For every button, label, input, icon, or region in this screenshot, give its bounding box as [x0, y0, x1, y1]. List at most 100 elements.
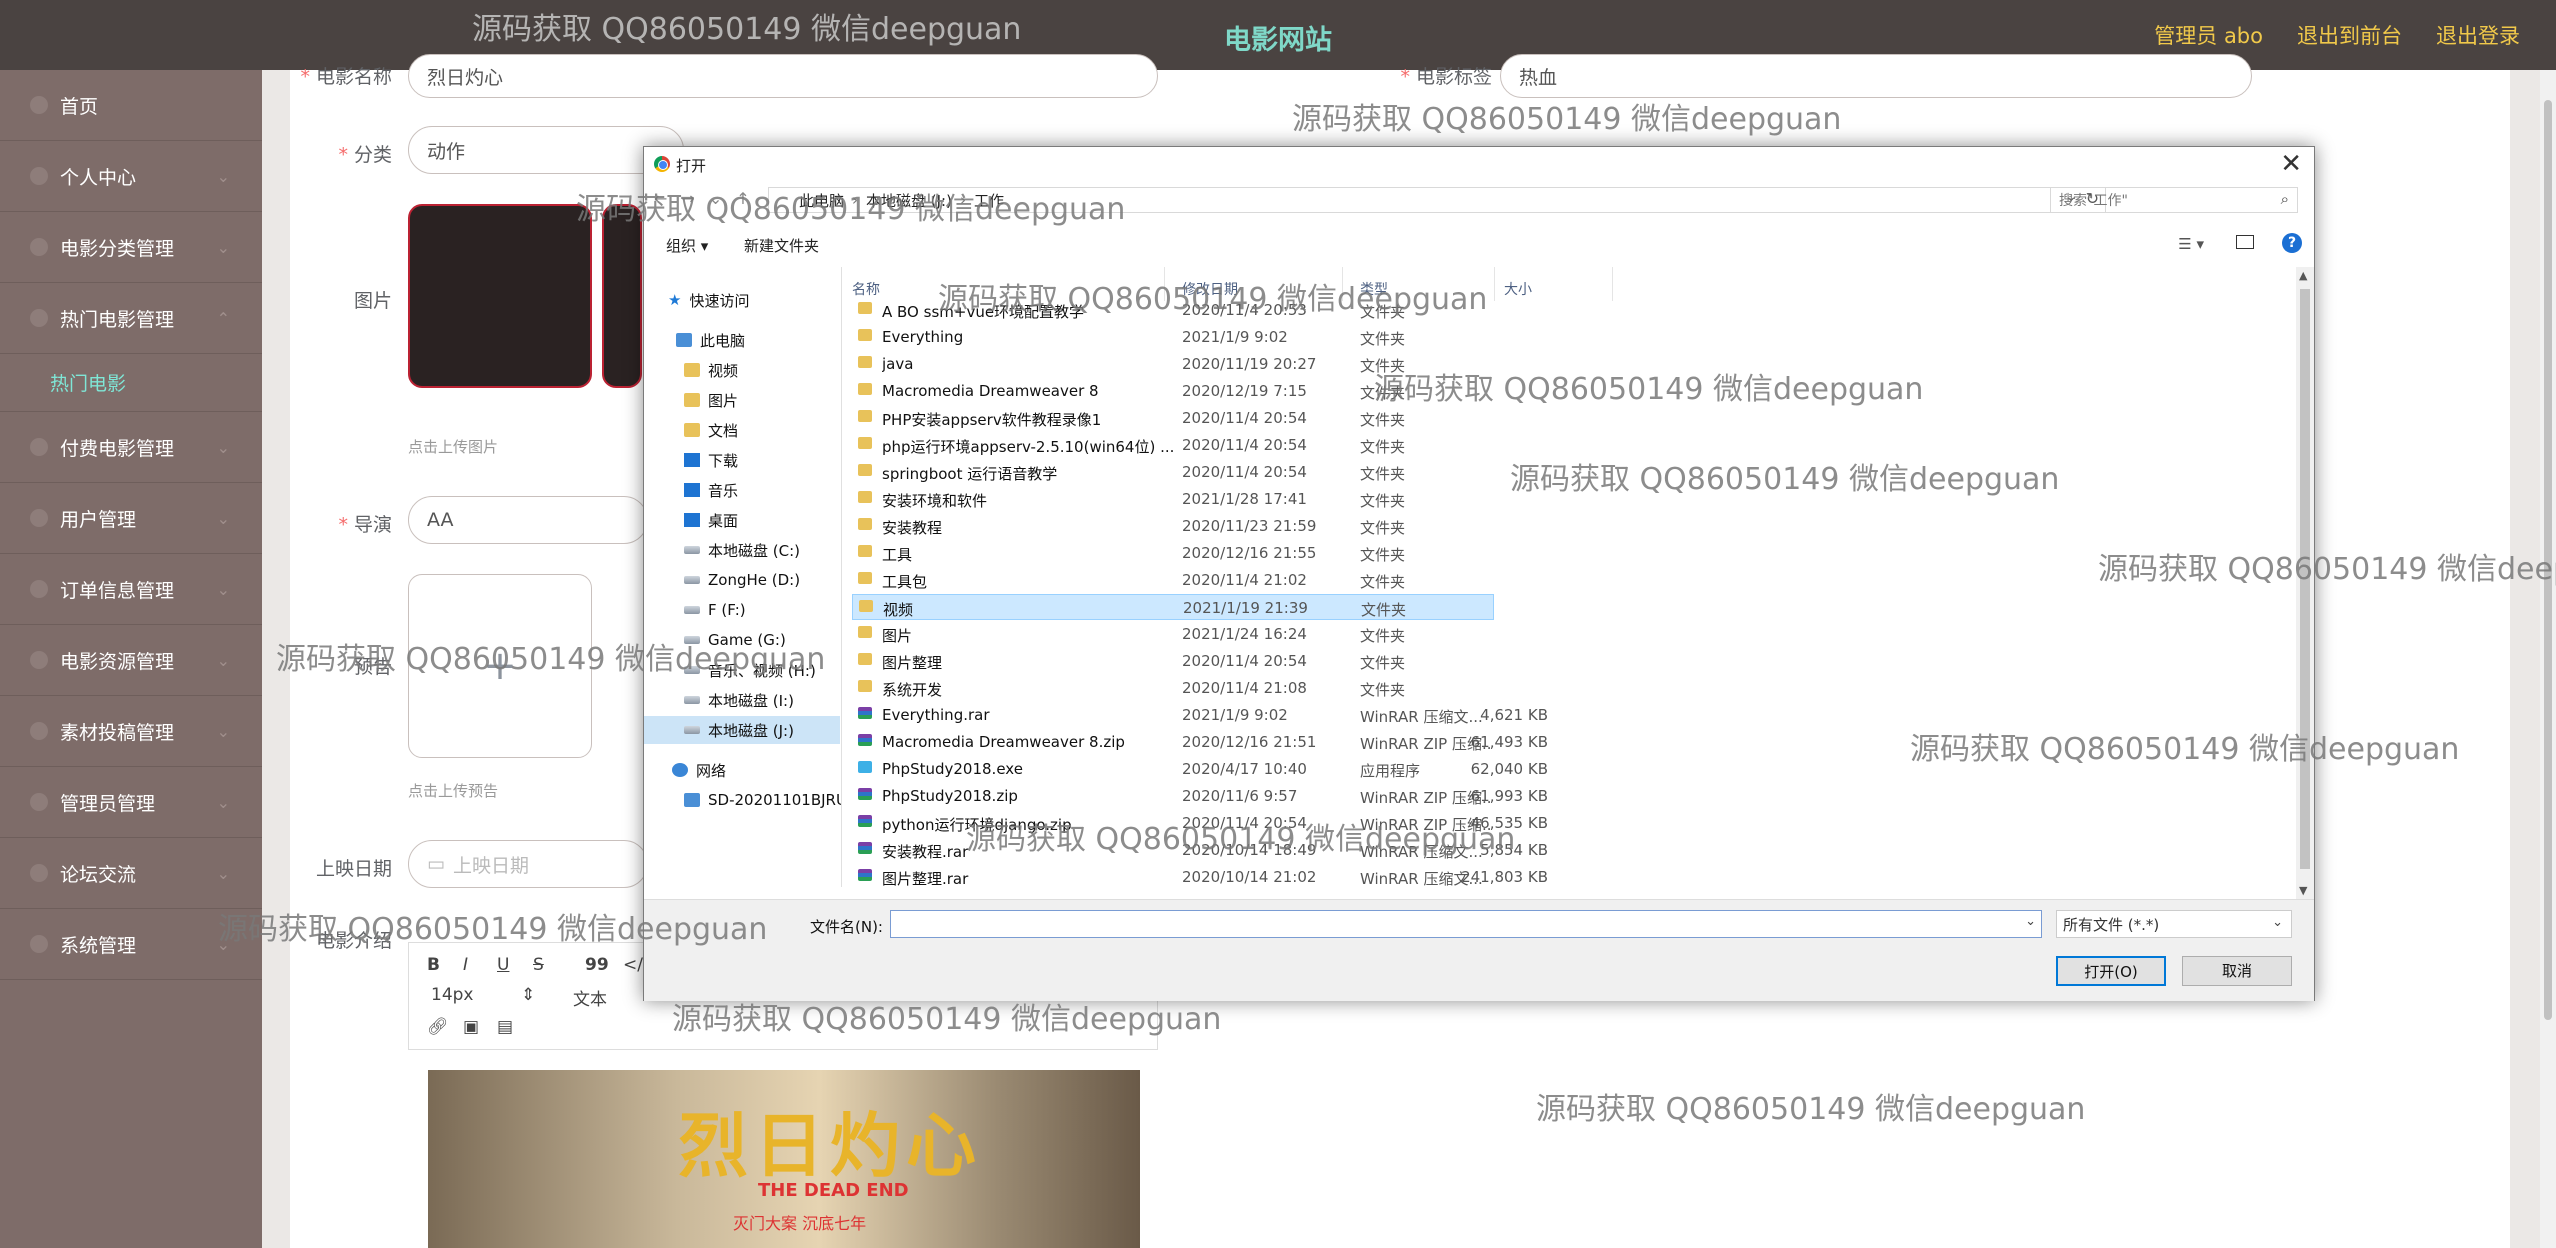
- file-row[interactable]: java 2020/11/19 20:27 文件夹: [852, 351, 1494, 377]
- sidebar-item-hot-movies[interactable]: 热门电影管理 ⌃: [0, 283, 262, 354]
- file-row[interactable]: PhpStudy2018.zip 2020/11/6 9:57 WinRAR ZIP…: [852, 783, 1548, 809]
- sidebar-item-home[interactable]: 首页: [0, 70, 262, 141]
- organize-menu[interactable]: 组织 ▾: [666, 235, 708, 256]
- font-size-select[interactable]: 14px: [431, 985, 473, 1005]
- sidebar-item-users[interactable]: 用户管理 ⌄: [0, 483, 262, 554]
- sidebar-item-profile[interactable]: 个人中心 ⌄: [0, 141, 262, 212]
- tree-item[interactable]: ★ 快速访问: [668, 287, 749, 313]
- up-arrow-icon[interactable]: ↑: [736, 189, 749, 208]
- tree-item[interactable]: 文档: [684, 417, 738, 443]
- tree-item[interactable]: 桌面: [684, 507, 738, 533]
- sidebar-subitem-hot-movie[interactable]: 热门电影: [0, 354, 262, 412]
- sidebar-item-system[interactable]: 系统管理 ⌄: [0, 909, 262, 980]
- breadcrumb-drive[interactable]: 本地磁盘 (J:): [866, 190, 952, 211]
- file-row[interactable]: 系统开发 2020/11/4 21:08 文件夹: [852, 675, 1494, 701]
- tree-item[interactable]: 网络: [672, 757, 726, 783]
- image-upload-hint[interactable]: 点击上传图片: [408, 436, 498, 457]
- file-type-filter[interactable]: 所有文件 (*.*) ⌄: [2056, 910, 2292, 938]
- sidebar-item-submissions[interactable]: 素材投稿管理 ⌄: [0, 696, 262, 767]
- column-name[interactable]: 名称: [852, 279, 880, 299]
- file-row[interactable]: 安装教程.rar 2020/10/14 18:49 WinRAR 压缩文... 5,8…: [852, 837, 1548, 863]
- forward-arrow-icon[interactable]: →: [681, 189, 694, 208]
- file-list-scrollbar[interactable]: ▲ ▼: [2296, 267, 2314, 899]
- tree-item[interactable]: 本地磁盘 (J:): [684, 717, 794, 743]
- back-to-front-link[interactable]: 退出到前台: [2297, 20, 2402, 50]
- page-scrollbar-thumb[interactable]: [2544, 100, 2552, 1020]
- chevron-down-icon[interactable]: ⌄: [709, 189, 722, 208]
- underline-button[interactable]: U: [497, 955, 509, 975]
- trailer-upload-box[interactable]: +: [408, 574, 592, 758]
- column-divider[interactable]: [1494, 267, 1495, 301]
- file-row[interactable]: 视频 2021/1/19 21:39 文件夹: [852, 594, 1494, 620]
- bold-button[interactable]: B: [427, 955, 440, 975]
- open-button[interactable]: 打开(O): [2056, 956, 2166, 986]
- file-row[interactable]: Everything.rar 2021/1/9 9:02 WinRAR 压缩文...…: [852, 702, 1548, 728]
- column-size[interactable]: 大小: [1504, 279, 1532, 299]
- italic-button[interactable]: I: [463, 955, 468, 975]
- poster-thumbnail-1[interactable]: [408, 204, 592, 388]
- sidebar-item-orders[interactable]: 订单信息管理 ⌄: [0, 554, 262, 625]
- scrollbar-thumb[interactable]: [2300, 289, 2310, 869]
- help-icon[interactable]: ?: [2282, 233, 2302, 253]
- poster-thumbnail-2[interactable]: [602, 204, 642, 388]
- sidebar-item-resources[interactable]: 电影资源管理 ⌄: [0, 625, 262, 696]
- file-row[interactable]: 安装环境和软件 2021/1/28 17:41 文件夹: [852, 486, 1494, 512]
- tree-item[interactable]: 此电脑: [676, 327, 745, 353]
- address-bar[interactable]: 此电脑 › 本地磁盘 (J:) › 工作 ⌄ ↻: [768, 187, 2106, 213]
- file-row[interactable]: PHP安装appserv软件教程录像1 2020/11/4 20:54 文件夹: [852, 405, 1494, 431]
- tag-input[interactable]: 热血: [1500, 54, 2252, 98]
- tree-item[interactable]: 本地磁盘 (I:): [684, 687, 794, 713]
- quote-button[interactable]: 99: [585, 955, 609, 975]
- sidebar-item-category[interactable]: 电影分类管理 ⌄: [0, 212, 262, 283]
- file-row[interactable]: 图片 2021/1/24 16:24 文件夹: [852, 621, 1494, 647]
- chevron-down-icon[interactable]: ⌄: [2025, 914, 2036, 929]
- tree-item[interactable]: Game (G:): [684, 627, 786, 653]
- sidebar-item-admins[interactable]: 管理员管理 ⌄: [0, 767, 262, 838]
- tree-item[interactable]: 本地磁盘 (C:): [684, 537, 800, 563]
- file-row[interactable]: Macromedia Dreamweaver 8 2020/12/19 7:15 文…: [852, 378, 1494, 404]
- close-icon[interactable]: ✕: [2280, 149, 2302, 179]
- file-row[interactable]: A BO ssm+vue环境配置教学 2020/11/4 20:53 文件夹: [852, 297, 1494, 323]
- tree-item[interactable]: 图片: [684, 387, 738, 413]
- column-date[interactable]: 修改日期: [1182, 279, 1238, 299]
- tree-item[interactable]: ZongHe (D:): [684, 567, 800, 593]
- sidebar-item-forum[interactable]: 论坛交流 ⌄: [0, 838, 262, 909]
- tree-item[interactable]: SD-20201101BJRU: [684, 787, 841, 813]
- director-input[interactable]: AA: [408, 496, 648, 544]
- tree-item[interactable]: 视频: [684, 357, 738, 383]
- breadcrumb-pc[interactable]: 此电脑: [799, 190, 844, 211]
- column-divider[interactable]: [1342, 267, 1343, 301]
- file-row[interactable]: Macromedia Dreamweaver 8.zip 2020/12/16 2…: [852, 729, 1548, 755]
- text-style-select[interactable]: 文本: [573, 985, 607, 1010]
- sidebar-item-paid-movies[interactable]: 付费电影管理 ⌄: [0, 412, 262, 483]
- breadcrumb-folder[interactable]: 工作: [974, 190, 1004, 211]
- file-row[interactable]: springboot 运行语音教学 2020/11/4 20:54 文件夹: [852, 459, 1494, 485]
- back-arrow-icon[interactable]: ←: [654, 189, 667, 208]
- file-row[interactable]: php运行环境appserv-2.5.10(win64位) ... 2020/11…: [852, 432, 1494, 458]
- view-options-icon[interactable]: ☰ ▾: [2178, 235, 2204, 253]
- column-divider[interactable]: [1164, 267, 1165, 301]
- trailer-upload-hint[interactable]: 点击上传预告: [408, 780, 498, 801]
- file-row[interactable]: PhpStudy2018.exe 2020/4/17 10:40 应用程序 62,04…: [852, 756, 1548, 782]
- file-row[interactable]: 图片整理.rar 2020/10/14 21:02 WinRAR 压缩文... 241…: [852, 864, 1548, 890]
- preview-pane-icon[interactable]: [2236, 235, 2254, 249]
- strike-button[interactable]: S: [533, 955, 544, 975]
- folder-search-input[interactable]: 搜索"工作" ⌕: [2050, 187, 2298, 213]
- file-row[interactable]: Everything 2021/1/9 9:02 文件夹: [852, 324, 1494, 350]
- new-folder-button[interactable]: 新建文件夹: [744, 235, 819, 256]
- tree-item[interactable]: 音乐、视频 (H:): [684, 657, 816, 683]
- file-row[interactable]: 工具 2020/12/16 21:55 文件夹: [852, 540, 1494, 566]
- scroll-down-icon[interactable]: ▼: [2299, 884, 2307, 897]
- tree-item[interactable]: F (F:): [684, 597, 746, 623]
- file-row[interactable]: 图片整理 2020/11/4 20:54 文件夹: [852, 648, 1494, 674]
- video-icon[interactable]: ▤: [497, 1017, 513, 1037]
- column-type[interactable]: 类型: [1360, 279, 1388, 299]
- cancel-button[interactable]: 取消: [2182, 956, 2292, 986]
- tree-item[interactable]: 音乐: [684, 477, 738, 503]
- logout-link[interactable]: 退出登录: [2436, 20, 2520, 50]
- file-row[interactable]: 安装教程 2020/11/23 21:59 文件夹: [852, 513, 1494, 539]
- release-date-input[interactable]: ▭ 上映日期: [408, 840, 648, 888]
- file-row[interactable]: 工具包 2020/11/4 21:02 文件夹: [852, 567, 1494, 593]
- name-input[interactable]: 烈日灼心: [408, 54, 1158, 98]
- link-icon[interactable]: 🔗︎: [427, 1017, 449, 1037]
